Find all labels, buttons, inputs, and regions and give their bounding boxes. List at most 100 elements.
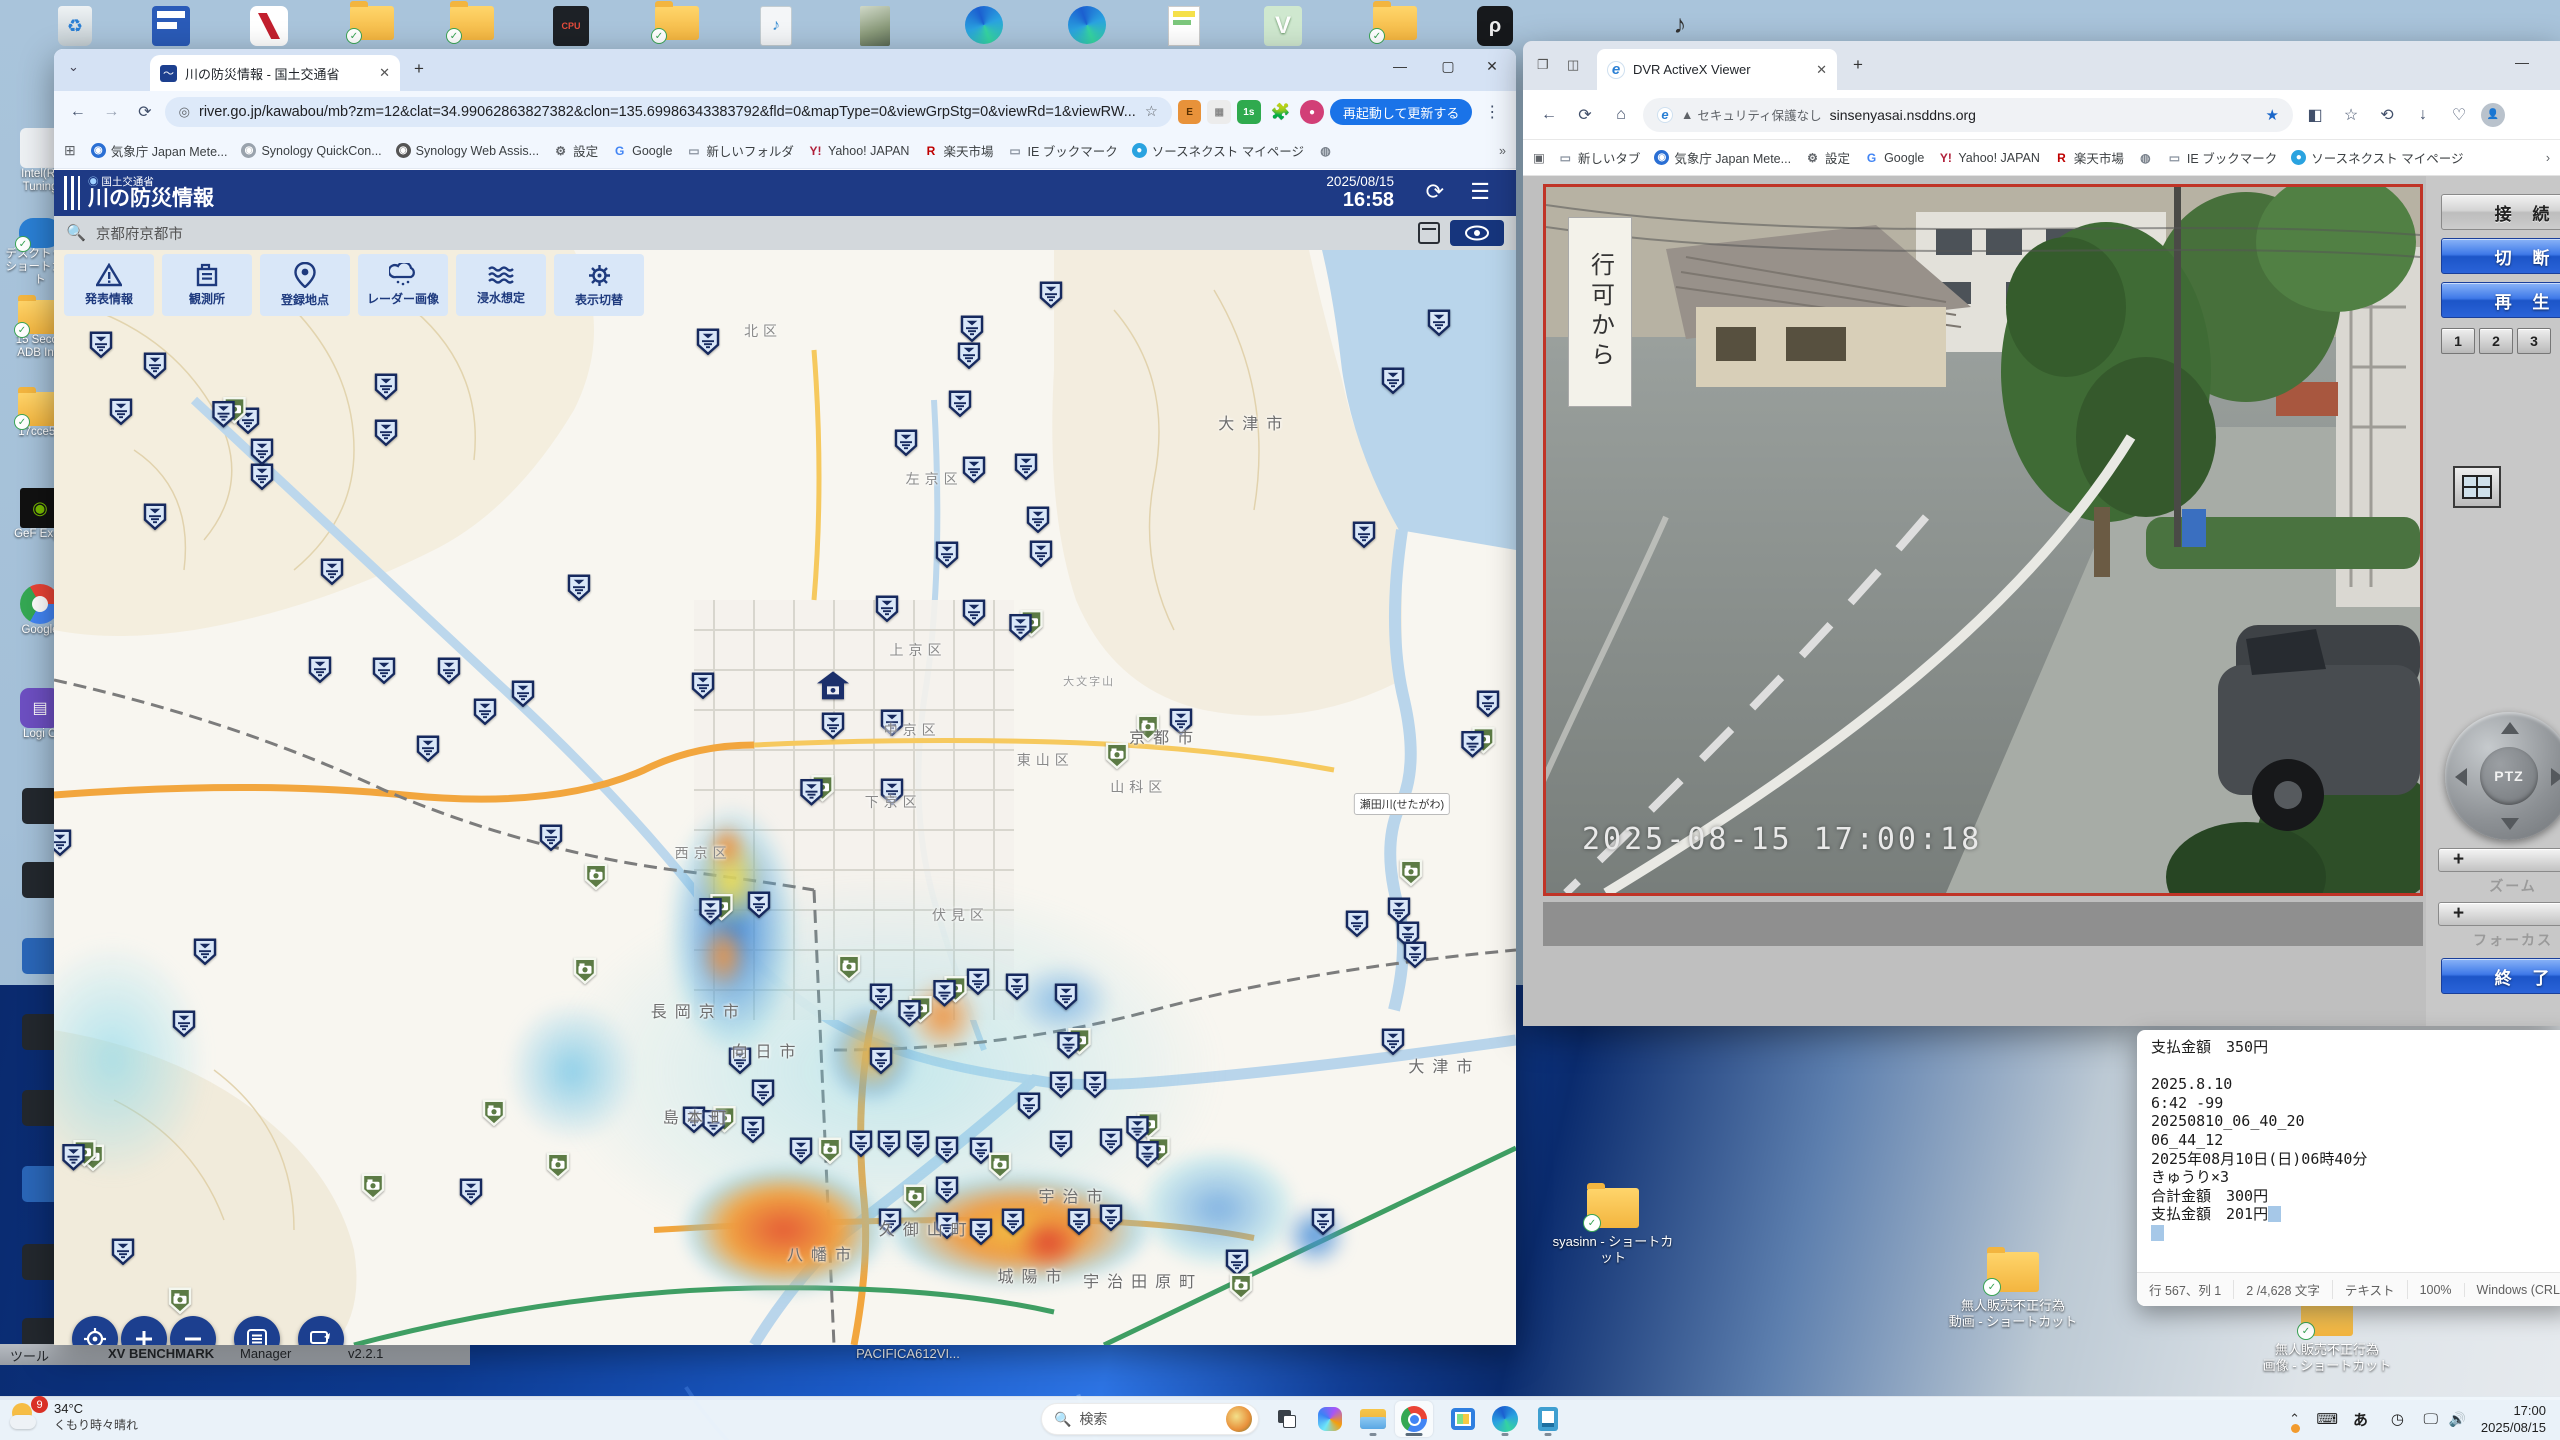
volume-icon[interactable]: 🔊 (2449, 1397, 2466, 1440)
benchmark-window-bar[interactable]: ツール XV BENCHMARK Manager v2.2.1 (0, 1344, 470, 1365)
connect-button[interactable]: 接 続 (2441, 194, 2560, 230)
water-level-marker[interactable] (111, 1238, 134, 1266)
ime-mode-icon[interactable]: あ (2353, 1397, 2368, 1440)
cctv-camera-marker[interactable] (361, 1173, 384, 1201)
history-icon[interactable]: ⟲ (2373, 101, 2401, 129)
map-menu-icon[interactable]: ☰ (1470, 179, 1490, 205)
water-level-marker[interactable] (1381, 1028, 1405, 1055)
taskbar-clock[interactable]: 17:00 2025/08/15 (2481, 1402, 2546, 1436)
desktop-icon-edge[interactable] (965, 6, 1003, 44)
desktop-icon-doc[interactable] (1168, 6, 1200, 46)
split-screen-icon[interactable]: ◧ (2301, 101, 2329, 129)
edge-bookmark-item[interactable]: ● ソースネクスト マイページ (2284, 145, 2470, 170)
extension-1s-icon[interactable]: 1s (1237, 100, 1261, 124)
cctv-camera-marker[interactable] (585, 863, 608, 891)
desktop-left-icon[interactable] (4, 788, 54, 824)
ptz-center[interactable]: PTZ (2480, 747, 2538, 805)
water-level-marker[interactable] (966, 968, 990, 996)
chrome-bookmark-item[interactable]: ▭ IE ブックマーク (1000, 138, 1124, 163)
water-level-marker[interactable] (1015, 453, 1038, 480)
chrome-bookmark-item[interactable]: ● ソースネクスト マイページ (1125, 138, 1311, 163)
chrome-minimize-button[interactable]: — (1380, 49, 1420, 83)
water-level-marker[interactable] (1427, 309, 1450, 337)
water-level-marker[interactable] (308, 656, 332, 684)
desktop-icon-pdark[interactable]: ρ (1477, 6, 1513, 46)
gauge-camera-marker[interactable] (62, 1139, 96, 1171)
map-tool-flood[interactable]: 浸水想定 (456, 254, 546, 316)
desktop-icon-folderc[interactable]: ✓ (446, 1, 494, 44)
edge-bookmark-item[interactable]: ▭ 新しいタブ (1551, 145, 1648, 170)
cctv-camera-marker[interactable] (168, 1287, 191, 1315)
new-tab-button[interactable]: + (414, 59, 424, 79)
water-level-marker[interactable] (691, 672, 715, 699)
water-level-marker[interactable] (250, 463, 273, 490)
water-level-marker[interactable] (374, 419, 398, 446)
edge-taskbar-button[interactable] (1486, 1401, 1524, 1437)
gauge-camera-marker[interactable] (1009, 609, 1043, 641)
water-level-marker[interactable] (172, 1010, 196, 1038)
chrome-bookmark-item[interactable]: ◉ 気象庁 Japan Mete... (84, 138, 235, 163)
desktop-icon-media[interactable]: ♪ (760, 6, 792, 46)
cctv-camera-marker[interactable] (903, 1184, 927, 1212)
water-level-marker[interactable] (1352, 521, 1376, 548)
edge-bookmark-item[interactable]: ⚙ 設定 (1798, 145, 1857, 170)
water-level-marker[interactable] (870, 1047, 893, 1075)
ptz-up-arrow[interactable] (2501, 722, 2519, 734)
water-level-marker[interactable] (54, 829, 72, 857)
vertical-tabs-icon[interactable]: ◫ (1567, 57, 1579, 73)
cctv-camera-marker[interactable] (573, 957, 596, 985)
water-level-marker[interactable] (962, 456, 985, 484)
workspaces-icon[interactable]: ❐ (1537, 57, 1549, 73)
camera-video-frame[interactable]: 行可から 2025-08-15 17:00:18 (1533, 176, 2447, 932)
edge-favorite-star-icon[interactable]: ★ (2266, 106, 2279, 124)
desktop-left-icon[interactable] (4, 862, 54, 898)
map-tool-warn[interactable]: 発表情報 (64, 254, 154, 316)
water-level-marker[interactable] (1001, 1208, 1025, 1236)
calendar-icon[interactable] (1418, 222, 1440, 244)
water-level-marker[interactable] (696, 328, 719, 356)
water-level-marker[interactable] (936, 1136, 959, 1164)
edge-profile-avatar[interactable]: 👤 (2481, 102, 2505, 127)
water-level-marker[interactable] (877, 1131, 900, 1158)
zoom-slider[interactable]: +− (2438, 848, 2560, 872)
forward-icon[interactable]: → (98, 98, 126, 126)
water-level-marker[interactable] (1477, 690, 1500, 718)
desktop-left-icon[interactable]: ◉GeF Expe (4, 488, 54, 541)
map-tool-radar[interactable]: レーダー画像 (358, 254, 448, 316)
chrome-bookmark-item[interactable]: ◉ Synology Web Assis... (389, 140, 546, 161)
water-level-marker[interactable] (373, 657, 396, 685)
water-level-marker[interactable] (1067, 1208, 1091, 1236)
water-level-marker[interactable] (110, 398, 133, 426)
map-tool-obs[interactable]: 観測所 (162, 254, 252, 316)
water-level-marker[interactable] (1026, 506, 1050, 534)
desktop-shortcut-folder[interactable]: ✓ 無人販売不正行為 画像 - ショートカット (2262, 1291, 2392, 1374)
water-level-marker[interactable] (958, 342, 981, 370)
edge-bookmark-item[interactable]: Y! Yahoo! JAPAN (1931, 147, 2047, 168)
gauge-camera-marker[interactable] (1461, 726, 1495, 758)
cctv-camera-marker[interactable] (838, 954, 861, 982)
desktop-icon-blueapp[interactable] (152, 6, 190, 46)
chrome-bookmark-item[interactable]: Y! Yahoo! JAPAN (801, 140, 917, 161)
tray-hidden-icons[interactable]: ⌃ (2289, 1397, 2301, 1440)
desktop-icon-recycle[interactable]: ♻ (58, 6, 92, 46)
water-level-marker[interactable] (417, 735, 440, 763)
water-level-marker[interactable] (320, 558, 343, 586)
water-level-marker[interactable] (1403, 941, 1427, 969)
bookmarks-overflow-icon[interactable]: » (1499, 144, 1506, 158)
desktop-left-icon[interactable]: Google (4, 584, 54, 637)
water-level-marker[interactable] (1029, 540, 1053, 568)
weather-widget[interactable]: 9 34°C くもり時々晴れ (10, 1396, 138, 1435)
water-level-marker[interactable] (936, 1176, 959, 1204)
extension-emf-icon[interactable]: E (1177, 100, 1202, 124)
refresh-icon[interactable]: ⟳ (131, 98, 159, 126)
edge-home-icon[interactable]: ⌂ (1607, 101, 1635, 129)
water-level-marker[interactable] (949, 390, 972, 418)
ptz-right-arrow[interactable] (2551, 768, 2560, 786)
task-view-button[interactable] (1268, 1401, 1306, 1437)
gauge-camera-marker[interactable] (933, 976, 967, 1008)
water-level-marker[interactable] (1017, 1092, 1041, 1120)
chrome-bookmark-item[interactable]: ◍ (1311, 140, 1340, 161)
touch-keyboard-icon[interactable]: ⌨ (2316, 1397, 2338, 1440)
desktop-left-icon[interactable] (4, 1090, 54, 1126)
quad-view-button[interactable] (2453, 466, 2501, 508)
